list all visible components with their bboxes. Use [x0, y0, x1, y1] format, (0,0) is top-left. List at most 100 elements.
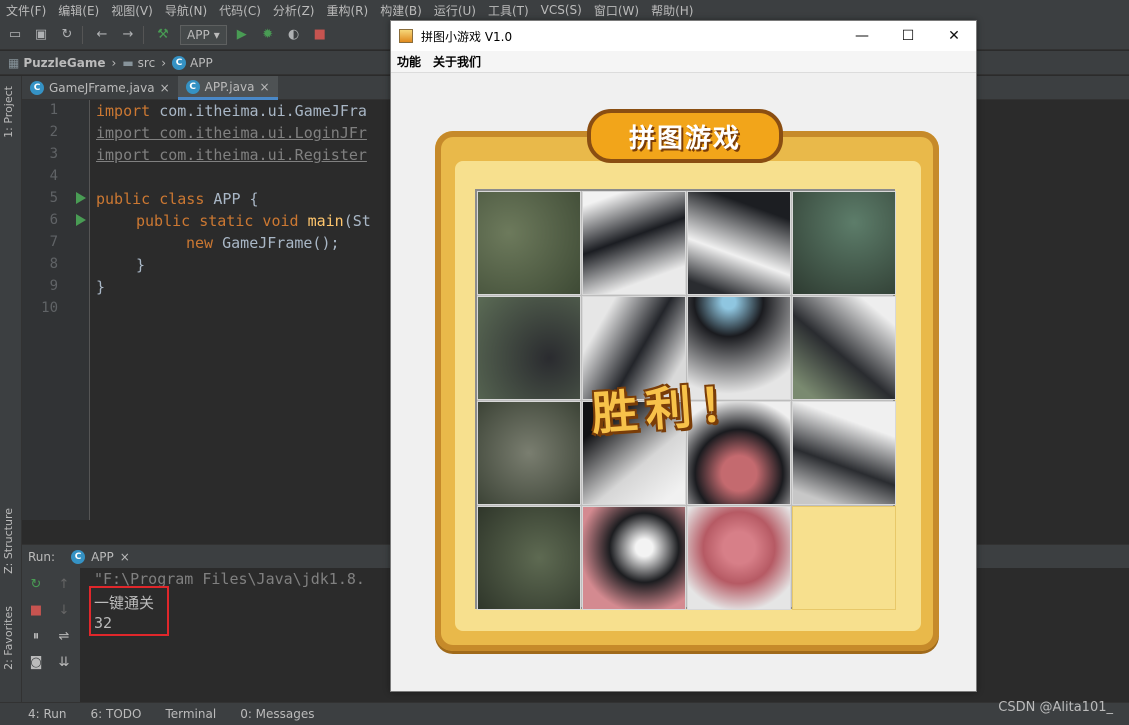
line-number: 4 — [49, 168, 58, 184]
run-gutter-icon[interactable] — [76, 192, 86, 204]
code-line: } — [136, 256, 146, 274]
down-icon[interactable]: ↓ — [54, 600, 74, 620]
puzzle-tile[interactable] — [792, 401, 896, 505]
puzzle-tile[interactable] — [792, 191, 896, 295]
menu-item[interactable]: 运行(U) — [428, 2, 482, 19]
menu-item[interactable]: 工具(T) — [482, 2, 535, 19]
menu-item[interactable]: 视图(V) — [105, 2, 159, 19]
code-line: import com.itheima.ui.LoginJFr — [96, 124, 367, 142]
puzzle-tile[interactable] — [477, 191, 581, 295]
line-number: 2 — [49, 124, 58, 140]
project-tool-tab[interactable]: 1: Project — [2, 86, 15, 138]
menu-item[interactable]: 导航(N) — [159, 2, 213, 19]
chevron-right-icon: › — [111, 55, 117, 70]
up-icon[interactable]: ↑ — [54, 574, 74, 594]
menu-about[interactable]: 关于我们 — [433, 53, 481, 70]
code-line: public static void main(St — [136, 212, 371, 230]
puzzle-tile[interactable] — [582, 506, 686, 610]
build-icon[interactable]: ⚒ — [152, 24, 174, 46]
favorites-tool-tab[interactable]: 2: Favorites — [2, 606, 15, 670]
left-tool-strip: 1: Project Z: Structure 2: Favorites — [0, 76, 22, 702]
line-number: 6 — [49, 212, 58, 228]
stop-icon[interactable]: ■ — [26, 600, 46, 620]
puzzle-tile[interactable] — [477, 506, 581, 610]
camera-icon[interactable]: ◙ — [26, 652, 46, 672]
scroll-end-icon[interactable]: ⇊ — [54, 652, 74, 672]
empty-tile[interactable] — [792, 506, 896, 610]
puzzle-tile[interactable] — [477, 401, 581, 505]
tab-app[interactable]: C APP.java × — [177, 76, 278, 100]
breadcrumb-folder[interactable]: ▬ src — [122, 56, 155, 70]
java-app-icon — [399, 29, 413, 43]
rerun-icon[interactable]: ↻ — [26, 574, 46, 594]
menu-item[interactable]: 文件(F) — [0, 2, 52, 19]
terminal-tool-tab[interactable]: Terminal — [165, 707, 216, 721]
puzzle-tile[interactable] — [477, 296, 581, 400]
puzzle-tile[interactable] — [582, 191, 686, 295]
chevron-right-icon: › — [161, 55, 166, 70]
coverage-icon[interactable]: ◐ — [283, 24, 305, 46]
line-number: 7 — [49, 234, 58, 250]
run-panel-toolbar: ↻ ↑ ■ ↓ ⏸ ⇌ ◙ ⇊ — [22, 568, 80, 702]
save-icon[interactable]: ▣ — [30, 24, 52, 46]
stop-icon[interactable]: ■ — [309, 24, 331, 46]
run-gutter-icon[interactable] — [76, 214, 86, 226]
breadcrumb-file[interactable]: C APP — [172, 55, 213, 70]
line-number: 1 — [49, 102, 58, 118]
open-folder-icon[interactable]: ▭ — [4, 24, 26, 46]
close-button[interactable]: ✕ — [931, 21, 977, 51]
toolbar-divider — [82, 25, 83, 44]
run-icon[interactable]: ▶ — [231, 24, 253, 46]
window-title: 拼图小游戏 V1.0 — [421, 30, 513, 44]
close-icon[interactable]: × — [259, 80, 269, 94]
folder-icon: ▬ — [122, 55, 134, 70]
sync-icon[interactable]: ↻ — [56, 24, 78, 46]
ide-menubar: 文件(F) 编辑(E) 视图(V) 导航(N) 代码(C) 分析(Z) 重构(R) 构建(B)… — [0, 0, 1129, 20]
run-tab-app[interactable]: APP — [91, 550, 114, 564]
breadcrumb-project[interactable]: ▦ PuzzleGame — [8, 56, 106, 70]
watermark: CSDN @Alita101_ — [998, 700, 1113, 715]
run-config-select[interactable]: APP ▾ — [180, 24, 227, 45]
menu-item[interactable]: 构建(B) — [374, 2, 428, 19]
menu-item[interactable]: VCS(S) — [535, 3, 588, 17]
line-number: 3 — [49, 146, 58, 162]
tab-gamejframe[interactable]: C GameJFrame.java × — [22, 76, 178, 100]
structure-tool-tab[interactable]: Z: Structure — [2, 508, 15, 574]
minimize-button[interactable]: — — [839, 21, 885, 51]
run-tool-tab[interactable]: 4: Run — [28, 707, 67, 721]
pause-icon[interactable]: ⏸ — [26, 626, 46, 646]
close-icon[interactable]: × — [120, 550, 130, 564]
soft-wrap-icon[interactable]: ⇌ — [54, 626, 74, 646]
todo-tool-tab[interactable]: 6: TODO — [91, 707, 142, 721]
puzzle-tile[interactable] — [687, 506, 791, 610]
line-number: 5 — [49, 190, 58, 206]
annotation-box — [89, 586, 169, 636]
forward-icon[interactable]: → — [117, 24, 139, 46]
run-config-label: APP — [187, 27, 210, 42]
toolbar-divider — [143, 25, 144, 44]
menu-item[interactable]: 分析(Z) — [267, 2, 321, 19]
puzzle-tile[interactable] — [792, 296, 896, 400]
maximize-button[interactable]: ☐ — [885, 21, 931, 51]
menu-item[interactable]: 窗口(W) — [588, 2, 645, 19]
messages-tool-tab[interactable]: 0: Messages — [240, 707, 314, 721]
code-line: import com.itheima.ui.GameJFra — [96, 102, 367, 120]
bottom-tool-bar: 4: Run 6: TODO Terminal 0: Messages — [0, 702, 1129, 725]
class-icon: C — [30, 81, 44, 95]
menu-item[interactable]: 代码(C) — [213, 2, 267, 19]
line-number: 10 — [41, 300, 58, 316]
menu-item[interactable]: 重构(R) — [321, 2, 375, 19]
menu-item[interactable]: 编辑(E) — [52, 2, 105, 19]
close-icon[interactable]: × — [160, 81, 170, 95]
back-icon[interactable]: ← — [91, 24, 113, 46]
puzzle-tile[interactable] — [687, 191, 791, 295]
editor-gutter: 1 2 3 4 5 6 7 8 9 10 — [22, 100, 90, 520]
debug-icon[interactable]: ✹ — [257, 24, 279, 46]
code-line: } — [96, 278, 106, 296]
game-logo: 拼图游戏 — [587, 109, 783, 163]
menu-functions[interactable]: 功能 — [397, 53, 421, 70]
game-titlebar[interactable]: 拼图小游戏 V1.0 — ☐ ✕ — [391, 21, 976, 51]
run-panel-label: Run: — [28, 549, 56, 564]
class-icon: C — [172, 55, 186, 70]
menu-item[interactable]: 帮助(H) — [645, 2, 699, 19]
